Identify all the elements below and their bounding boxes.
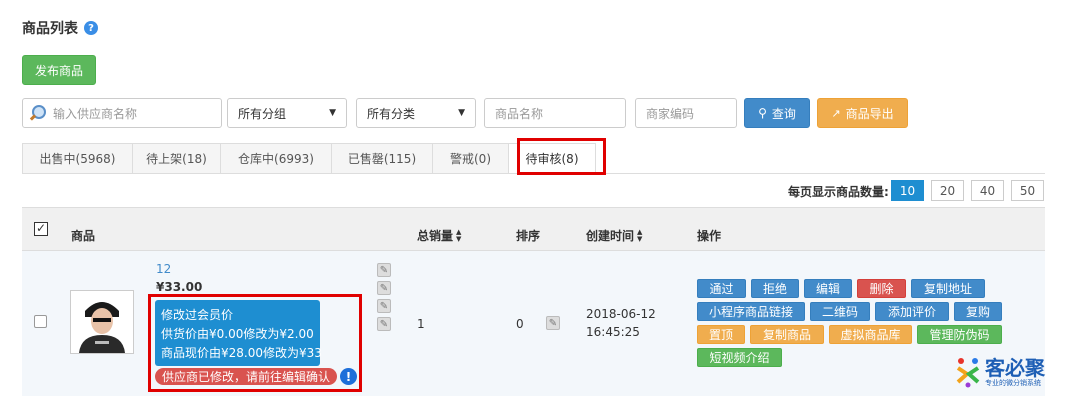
product-name-placeholder: 商品名称: [495, 106, 544, 121]
created-date: 2018-06-12: [586, 307, 656, 321]
product-price: ¥33.00: [156, 280, 203, 294]
search-button-label: 查询: [771, 106, 796, 121]
status-tabs: 出售中(5968) 待上架(18) 仓库中(6993) 已售罄(115) 警戒(…: [22, 143, 596, 174]
page-title-text: 商品列表: [22, 21, 78, 37]
export-icon: ↗: [831, 106, 841, 120]
caret-down-icon: ▼: [458, 108, 465, 118]
per-page-50[interactable]: 50: [1011, 180, 1044, 201]
total-sales-value: 1: [417, 317, 425, 331]
header-total-sales[interactable]: 总销量 ▲ ▼: [417, 227, 461, 244]
pin-top-button[interactable]: 置顶: [697, 325, 745, 344]
export-button[interactable]: ↗ 商品导出: [817, 98, 908, 128]
edit-pencil-icon[interactable]: ✎: [377, 317, 391, 331]
export-button-label: 商品导出: [845, 106, 894, 121]
qrcode-button[interactable]: 二维码: [810, 302, 870, 321]
supplier-search-placeholder: 输入供应商名称: [53, 106, 138, 121]
short-video-button[interactable]: 短视频介绍: [697, 348, 782, 367]
highlight-box-warning: [148, 294, 362, 392]
group-select[interactable]: 所有分组 ▼: [227, 98, 347, 128]
logo-tagline: 专业的微分销系统: [985, 378, 1041, 387]
category-select-value: 所有分类: [367, 106, 416, 121]
miniprogram-link-button[interactable]: 小程序商品链接: [697, 302, 805, 321]
per-page-20[interactable]: 20: [931, 180, 964, 201]
tab-on-sale[interactable]: 出售中(5968): [22, 143, 132, 174]
edit-sort-pencil-icon[interactable]: ✎: [546, 316, 560, 330]
reject-button[interactable]: 拒绝: [751, 279, 799, 298]
created-time: 16:45:25: [586, 325, 640, 339]
highlight-box-tab: [517, 138, 606, 175]
product-name-input[interactable]: 商品名称: [484, 98, 626, 128]
edit-pencil-icon[interactable]: ✎: [377, 281, 391, 295]
sort-icon: ▲ ▼: [637, 227, 643, 243]
per-page-10[interactable]: 10: [891, 180, 924, 201]
merchant-code-input[interactable]: 商家编码: [635, 98, 737, 128]
anticounterfeit-button[interactable]: 管理防伪码: [917, 325, 1002, 344]
search-icon: [29, 105, 46, 121]
copy-product-button[interactable]: 复制商品: [750, 325, 824, 344]
category-select[interactable]: 所有分类 ▼: [356, 98, 476, 128]
logo-name: 客必聚: [985, 355, 1045, 380]
merchant-code-placeholder: 商家编码: [646, 106, 695, 121]
publish-product-button[interactable]: 发布商品: [22, 55, 96, 85]
edit-pencil-icon[interactable]: ✎: [377, 263, 391, 277]
page-title: 商品列表 ?: [22, 18, 98, 38]
caret-down-icon: ▼: [329, 108, 336, 118]
product-name-link[interactable]: 12: [156, 262, 171, 276]
repurchase-button[interactable]: 复购: [954, 302, 1002, 321]
header-sort: 排序: [516, 229, 541, 243]
product-photo-icon: [71, 291, 133, 353]
tab-warehouse[interactable]: 仓库中(6993): [220, 143, 331, 174]
tab-sold-out[interactable]: 已售罄(115): [331, 143, 432, 174]
tab-pending-shelf[interactable]: 待上架(18): [132, 143, 220, 174]
select-all-checkbox[interactable]: ✓: [34, 222, 48, 236]
header-product: 商品: [71, 229, 96, 243]
add-review-button[interactable]: 添加评价: [875, 302, 949, 321]
supplier-search-input[interactable]: 输入供应商名称: [22, 98, 222, 128]
logo-mark-icon: [956, 358, 980, 388]
edit-button[interactable]: 编辑: [804, 279, 852, 298]
virtual-library-button[interactable]: 虚拟商品库: [829, 325, 912, 344]
sort-icon: ▲ ▼: [456, 227, 462, 243]
watermark-logo: 客必聚 专业的微分销系统: [955, 356, 1045, 388]
approve-button[interactable]: 通过: [697, 279, 746, 298]
header-total-sales-label: 总销量: [417, 229, 454, 243]
header-actions: 操作: [697, 229, 722, 243]
per-page-label: 每页显示商品数量:: [788, 185, 889, 199]
tab-alert[interactable]: 警戒(0): [432, 143, 508, 174]
group-select-value: 所有分组: [238, 106, 287, 121]
help-icon[interactable]: ?: [84, 21, 98, 35]
search-icon: ⚲: [758, 106, 767, 120]
edit-pencil-icon[interactable]: ✎: [377, 299, 391, 313]
product-thumbnail[interactable]: [70, 290, 134, 354]
copy-address-button[interactable]: 复制地址: [911, 279, 985, 298]
header-created-time[interactable]: 创建时间 ▲ ▼: [586, 227, 642, 244]
header-created-label: 创建时间: [586, 229, 635, 243]
sort-value: 0: [516, 317, 524, 331]
delete-button[interactable]: 删除: [857, 279, 906, 298]
row-checkbox[interactable]: [34, 315, 47, 328]
search-button[interactable]: ⚲ 查询: [744, 98, 810, 128]
per-page-40[interactable]: 40: [971, 180, 1004, 201]
